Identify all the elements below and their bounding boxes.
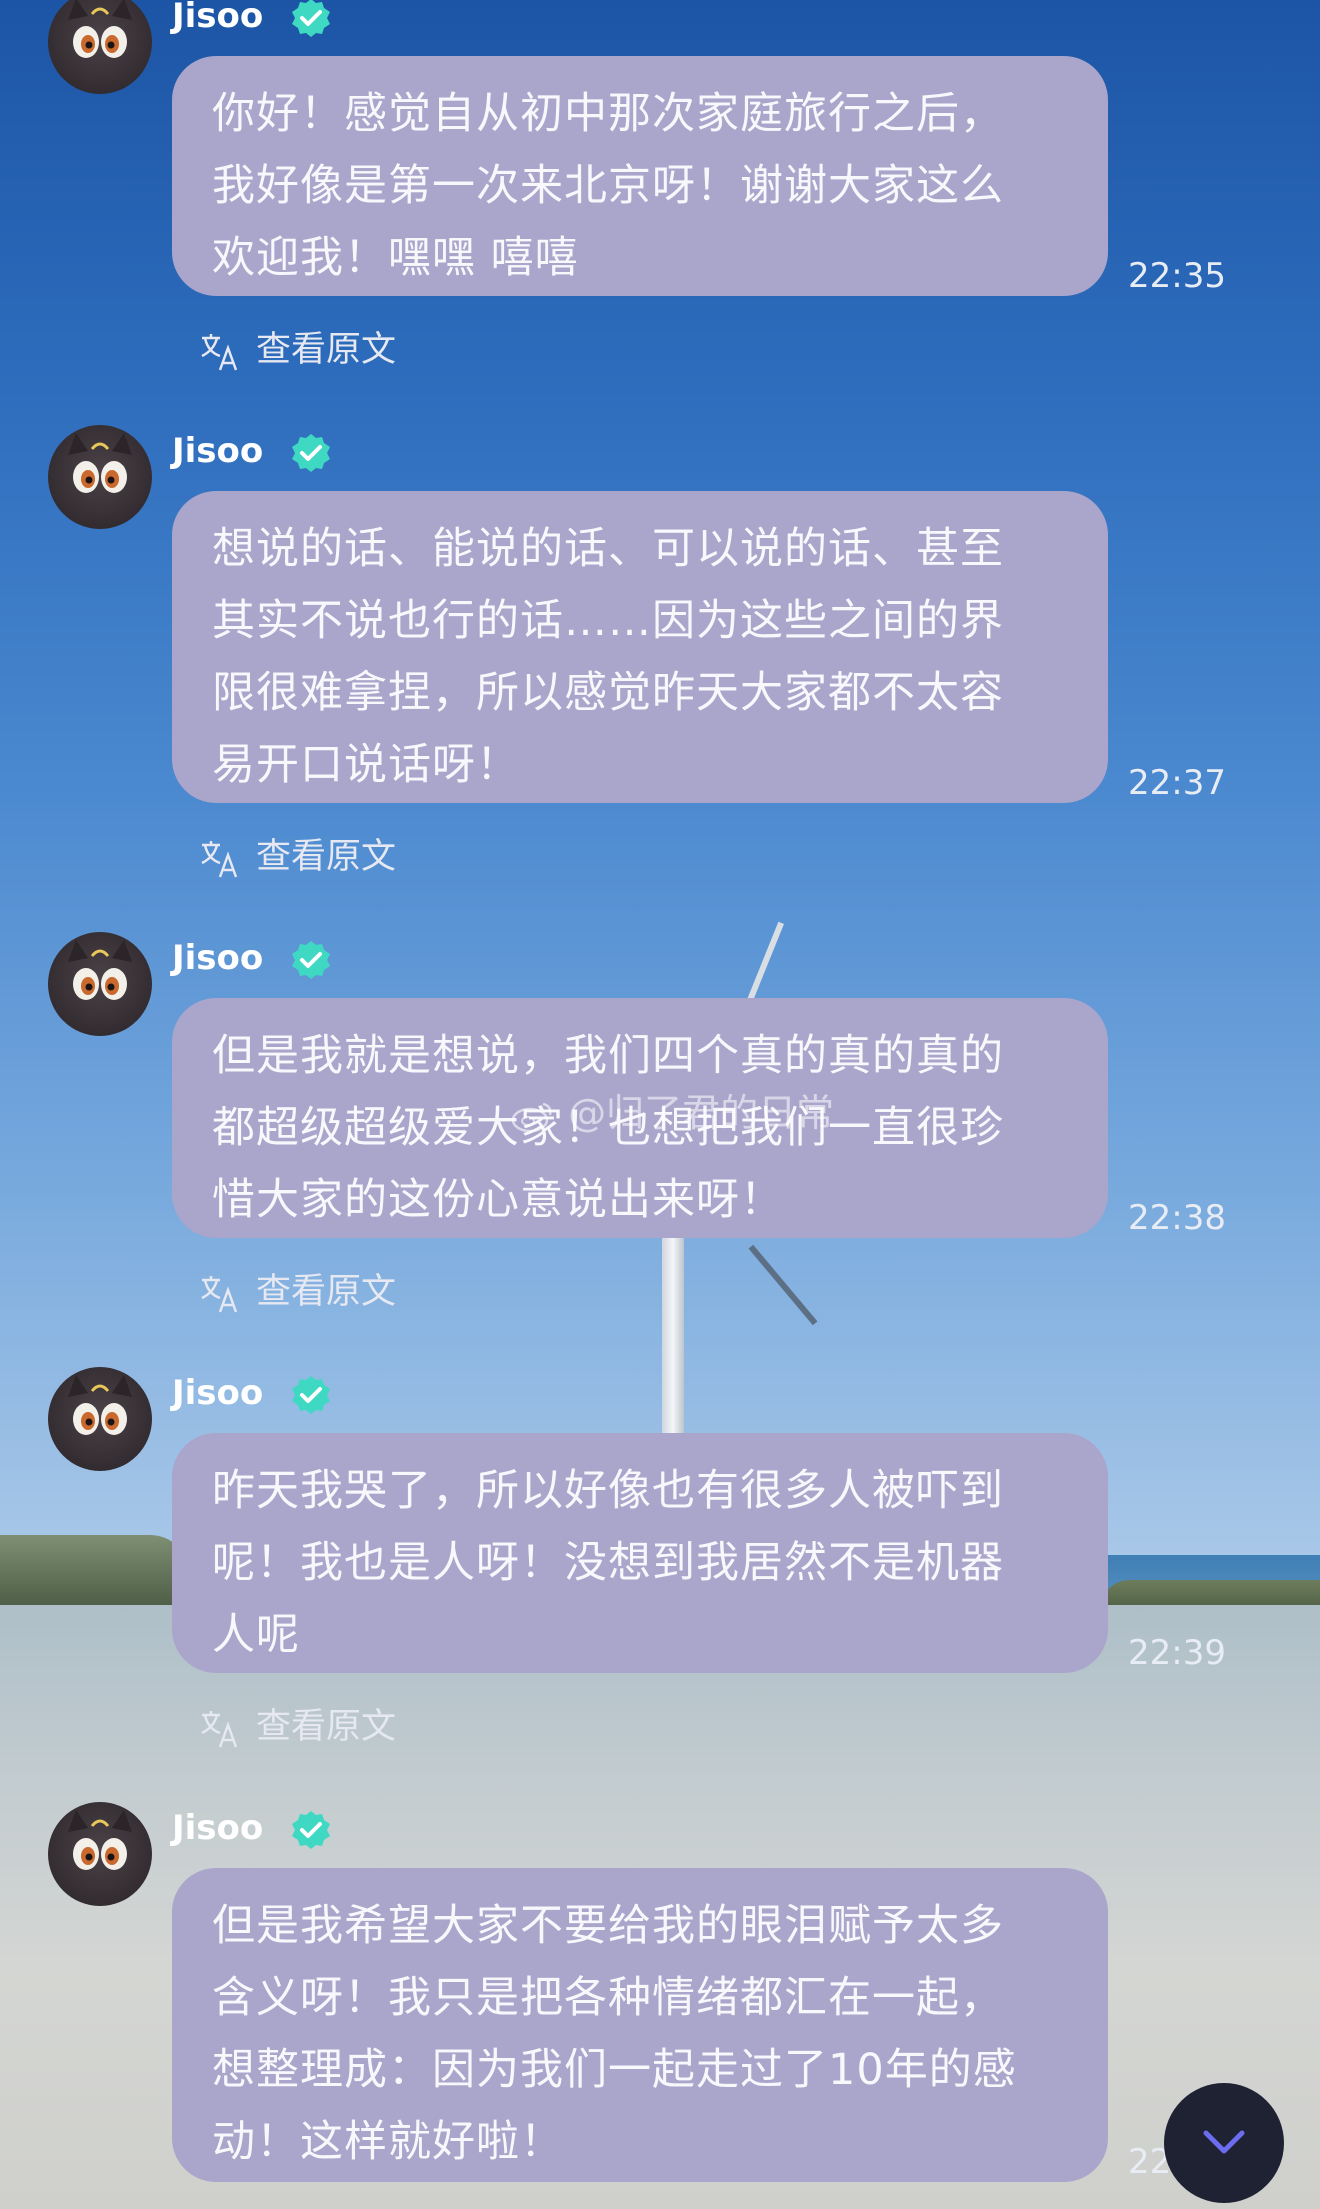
- cat-avatar-icon: [68, 1810, 132, 1870]
- cat-avatar-icon: [68, 1375, 132, 1435]
- sender-name: Jisoo: [172, 1808, 264, 1848]
- translate-icon: [201, 1711, 238, 1748]
- translate-icon: [201, 841, 238, 878]
- chevron-down-icon: [1203, 2130, 1245, 2154]
- sender-name: Jisoo: [172, 0, 264, 36]
- cat-avatar-icon: [68, 940, 132, 1000]
- scroll-to-bottom-button[interactable]: [1164, 2083, 1284, 2203]
- translate-icon: [201, 1276, 238, 1313]
- view-original-label: 查看原文: [256, 837, 397, 877]
- verified-badge-icon: [292, 941, 330, 979]
- view-original-label: 查看原文: [256, 330, 397, 370]
- cat-avatar-icon: [68, 0, 132, 58]
- message-bubble[interactable]: 想说的话、能说的话、可以说的话、甚至 其实不说也行的话……因为这些之间的界 限很…: [172, 491, 1108, 803]
- view-original-label: 查看原文: [256, 1707, 397, 1747]
- message-time: 22:38: [1128, 1198, 1226, 1238]
- sender-name: Jisoo: [172, 1373, 264, 1413]
- message-time: 22:37: [1128, 763, 1226, 803]
- message-time: 22:35: [1128, 256, 1226, 296]
- avatar[interactable]: [48, 0, 152, 94]
- sender-name: Jisoo: [172, 431, 264, 471]
- avatar[interactable]: [48, 1802, 152, 1906]
- message-time: 22:39: [1128, 1633, 1226, 1673]
- sender-name: Jisoo: [172, 938, 264, 978]
- verified-badge-icon: [292, 434, 330, 472]
- translate-icon: [201, 334, 238, 371]
- avatar[interactable]: [48, 425, 152, 529]
- message-bubble[interactable]: 但是我希望大家不要给我的眼泪赋予太多 含义呀！我只是把各种情绪都汇在一起， 想整…: [172, 1868, 1108, 2182]
- verified-badge-icon: [292, 1376, 330, 1414]
- weibo-icon: [511, 1102, 552, 1132]
- message-bubble[interactable]: 昨天我哭了，所以好像也有很多人被吓到 呢！我也是人呀！没想到我居然不是机器 人呢: [172, 1433, 1108, 1673]
- view-original-label: 查看原文: [256, 1272, 397, 1312]
- message-bubble[interactable]: 你好！感觉自从初中那次家庭旅行之后， 我好像是第一次来北京呀！谢谢大家这么 欢迎…: [172, 56, 1108, 296]
- watermark: @归了君的日常: [510, 1082, 834, 1137]
- background-shore-left: [0, 1535, 190, 1605]
- cat-avatar-icon: [68, 433, 132, 493]
- verified-badge-icon: [292, 1811, 330, 1849]
- watermark-text: @归了君的日常: [568, 1091, 835, 1135]
- verified-badge-icon: [292, 0, 330, 37]
- avatar[interactable]: [48, 932, 152, 1036]
- avatar[interactable]: [48, 1367, 152, 1471]
